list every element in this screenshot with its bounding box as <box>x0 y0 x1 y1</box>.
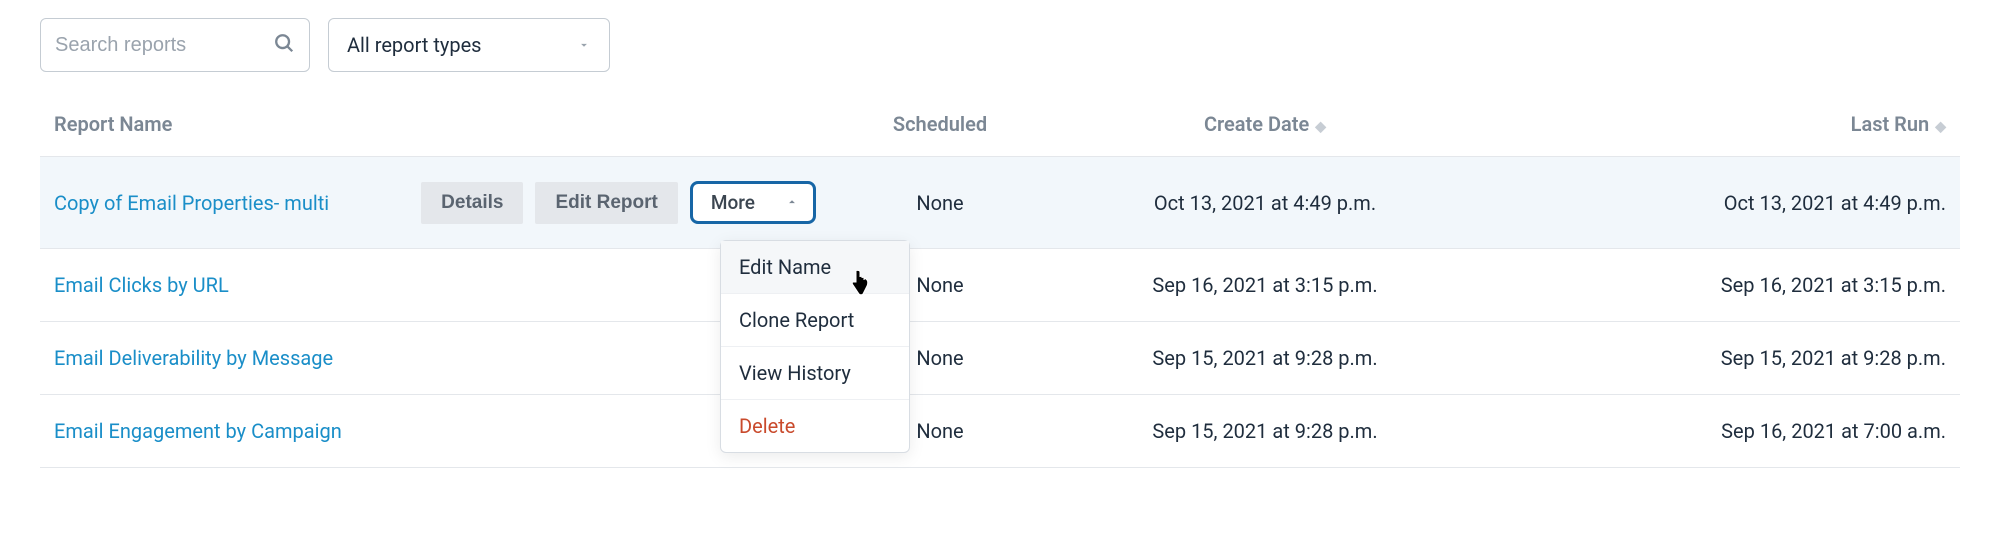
more-dropdown: Edit Name Clone Report View History Dele… <box>720 240 910 453</box>
edit-report-button[interactable]: Edit Report <box>535 182 677 224</box>
col-header-create-date[interactable]: Create Date◆ <box>1050 100 1480 157</box>
report-link[interactable]: Copy of Email Properties- multi <box>54 191 329 215</box>
last-run-cell: Sep 16, 2021 at 7:00 a.m. <box>1480 395 1960 468</box>
more-label: More <box>711 191 755 214</box>
scheduled-cell: None <box>830 157 1050 249</box>
search-input-wrapper[interactable] <box>40 18 310 72</box>
more-button[interactable]: More <box>690 181 816 224</box>
dropdown-clone-report[interactable]: Clone Report <box>721 294 909 347</box>
dropdown-delete[interactable]: Delete <box>721 400 909 452</box>
create-date-cell: Sep 15, 2021 at 9:28 p.m. <box>1050 322 1480 395</box>
last-run-cell: Oct 13, 2021 at 4:49 p.m. <box>1480 157 1960 249</box>
search-input[interactable] <box>55 34 273 57</box>
create-date-cell: Oct 13, 2021 at 4:49 p.m. <box>1050 157 1480 249</box>
dropdown-edit-name[interactable]: Edit Name <box>721 241 909 294</box>
create-date-cell: Sep 15, 2021 at 9:28 p.m. <box>1050 395 1480 468</box>
row-actions: Details Edit Report More <box>421 181 816 224</box>
col-header-scheduled[interactable]: Scheduled <box>830 100 1050 157</box>
reports-table: Report Name Scheduled Create Date◆ Last … <box>40 100 1960 468</box>
chevron-up-icon <box>785 191 799 214</box>
sort-icon: ◆ <box>1935 119 1946 135</box>
toolbar: All report types <box>40 18 1960 72</box>
table-row: Email Deliverability by Message None Sep… <box>40 322 1960 395</box>
dropdown-view-history[interactable]: View History <box>721 347 909 400</box>
details-button[interactable]: Details <box>421 182 523 224</box>
report-link[interactable]: Email Deliverability by Message <box>54 346 333 370</box>
chevron-down-icon <box>577 33 591 57</box>
table-row: Email Engagement by Campaign None Sep 15… <box>40 395 1960 468</box>
report-type-select[interactable]: All report types <box>328 18 610 72</box>
create-date-cell: Sep 16, 2021 at 3:15 p.m. <box>1050 249 1480 322</box>
col-header-name[interactable]: Report Name <box>40 100 830 157</box>
col-header-last-run[interactable]: Last Run◆ <box>1480 100 1960 157</box>
table-row: Email Clicks by URL None Sep 16, 2021 at… <box>40 249 1960 322</box>
report-link[interactable]: Email Clicks by URL <box>54 273 229 297</box>
last-run-cell: Sep 15, 2021 at 9:28 p.m. <box>1480 322 1960 395</box>
search-icon <box>273 32 295 58</box>
report-link[interactable]: Email Engagement by Campaign <box>54 419 342 443</box>
last-run-cell: Sep 16, 2021 at 3:15 p.m. <box>1480 249 1960 322</box>
table-row: Copy of Email Properties- multi Details … <box>40 157 1960 249</box>
sort-icon: ◆ <box>1315 119 1326 135</box>
report-type-label: All report types <box>347 33 482 57</box>
